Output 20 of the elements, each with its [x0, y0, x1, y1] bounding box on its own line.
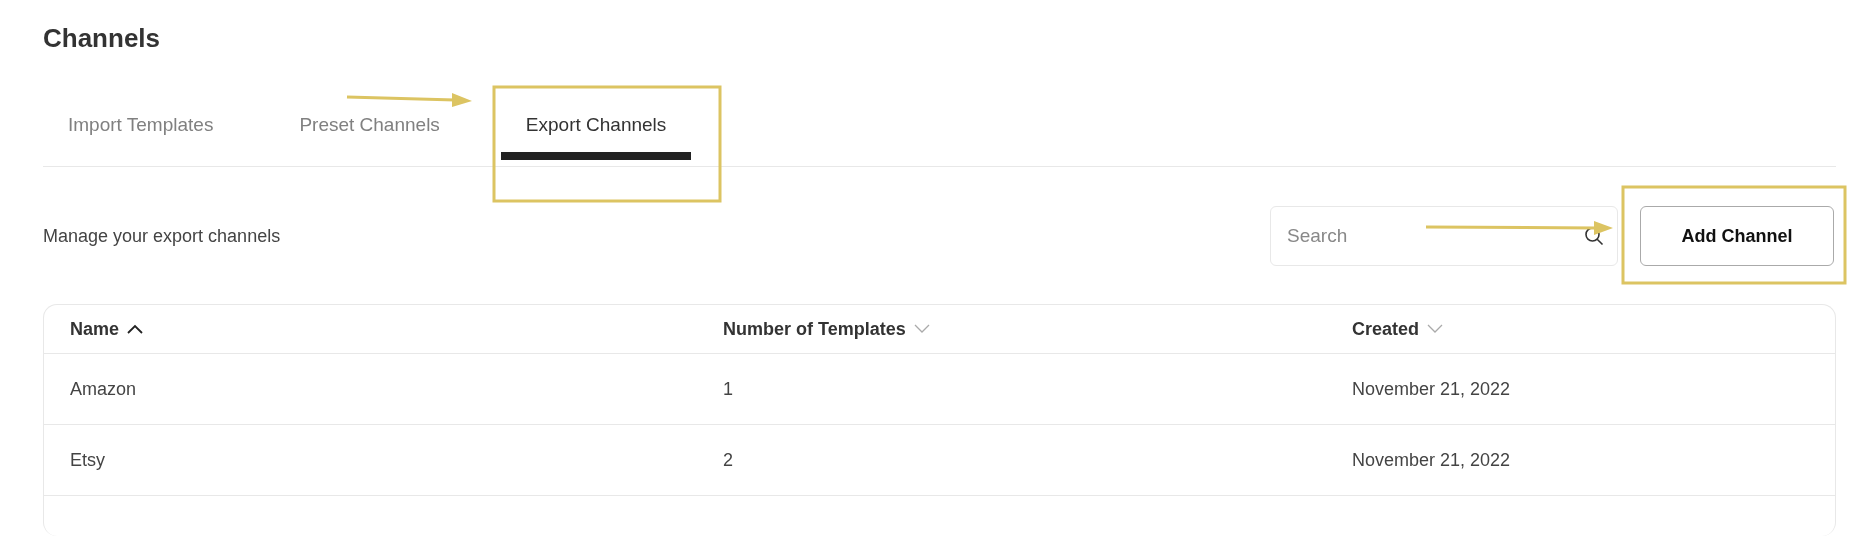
tab[interactable]: Preset Channels	[274, 98, 465, 160]
table-cell: November 21, 2022	[1352, 449, 1511, 471]
column-header[interactable]: Created	[1352, 318, 1420, 340]
search-field[interactable]: Search	[1270, 206, 1618, 266]
column-header[interactable]: Name	[70, 318, 120, 340]
table-cell: Amazon	[70, 378, 137, 400]
column-header[interactable]: Number of Templates	[723, 318, 906, 340]
table-cell: 1	[723, 378, 733, 400]
add-channel-button[interactable]: Add Channel	[1640, 206, 1834, 266]
table-cell: 2	[723, 449, 733, 471]
chevron-down-icon[interactable]	[1427, 324, 1444, 334]
chevron-up-icon[interactable]	[127, 324, 144, 334]
page-title: Channels	[43, 22, 162, 55]
description-text: Manage your export channels	[43, 225, 281, 247]
search-icon	[1584, 226, 1604, 246]
tab[interactable]: Import Templates	[43, 98, 239, 160]
tab[interactable]: Export Channels	[500, 98, 692, 160]
table-cell: November 21, 2022	[1352, 378, 1511, 400]
table-cell: Etsy	[70, 449, 105, 471]
chevron-down-icon[interactable]	[913, 324, 930, 334]
